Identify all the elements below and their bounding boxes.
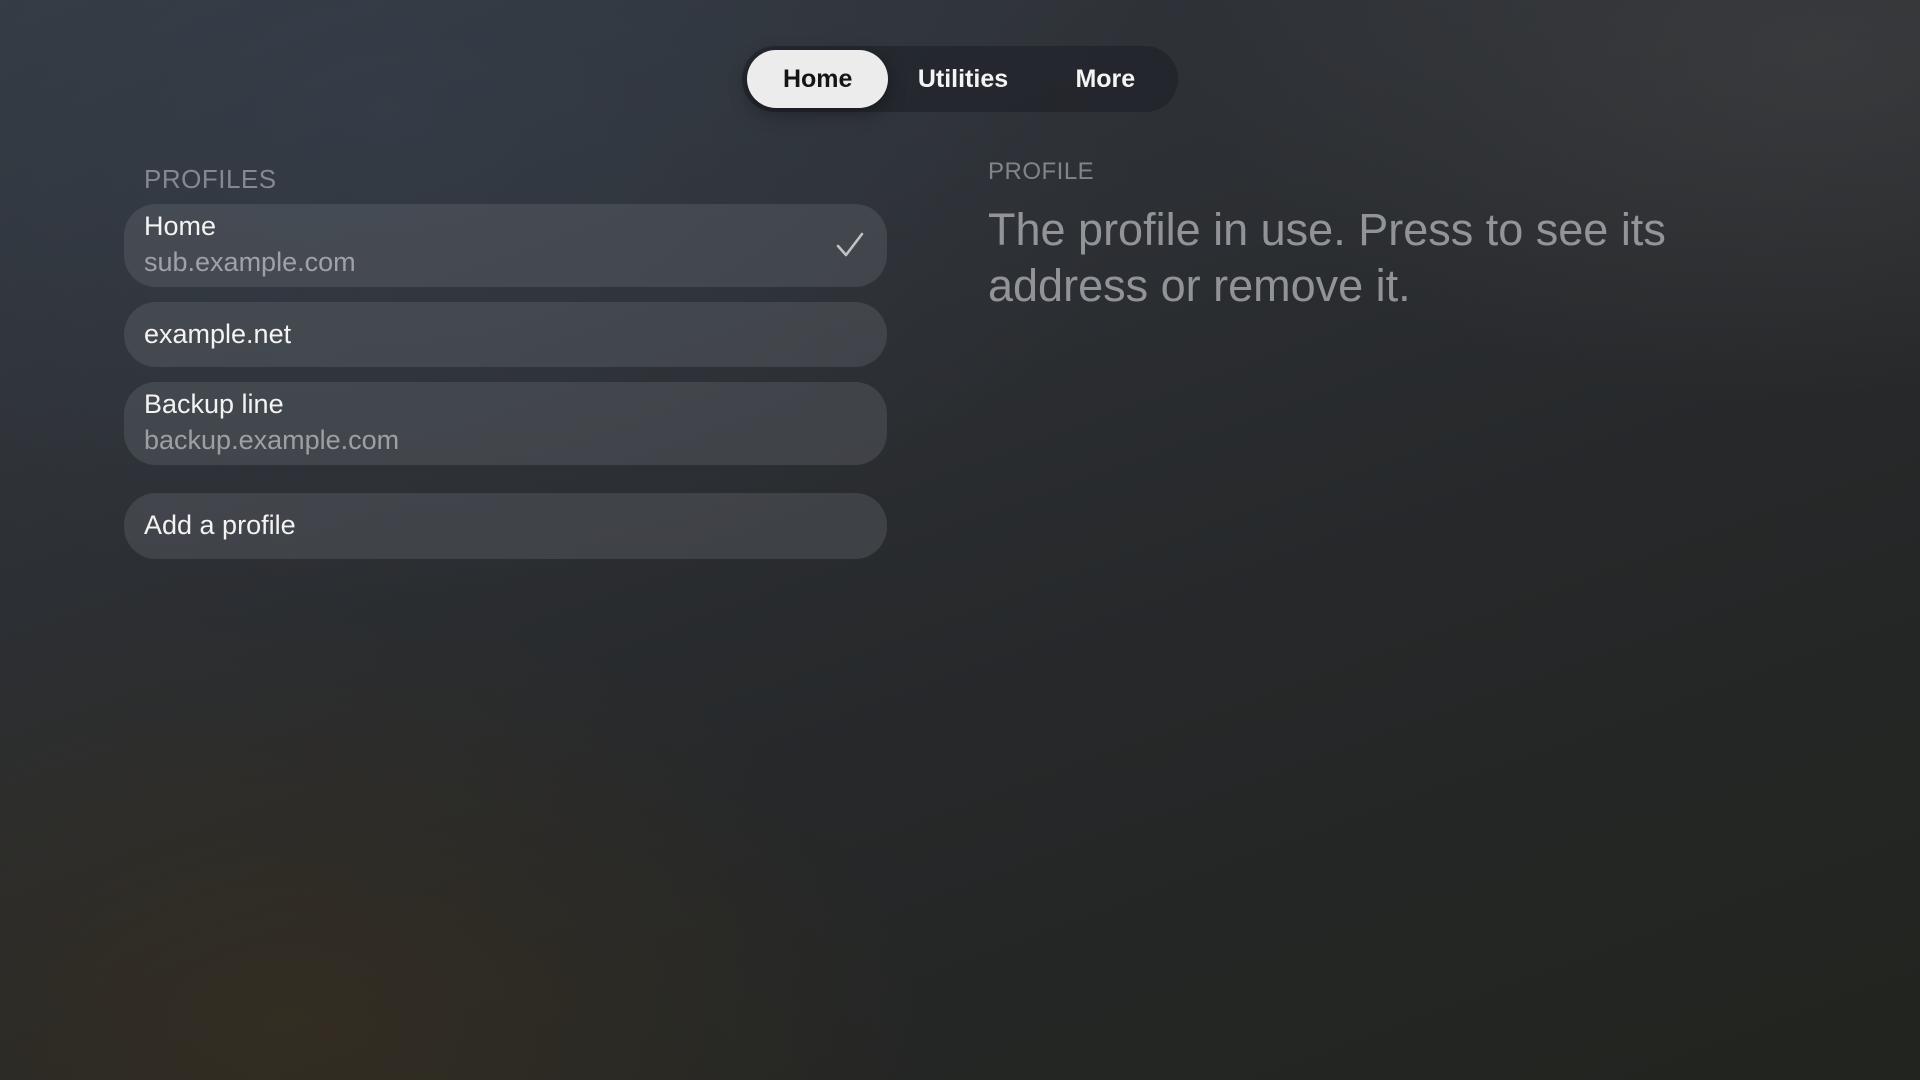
add-profile-button[interactable]: Add a profile	[124, 493, 887, 559]
profile-address: backup.example.com	[144, 425, 400, 455]
checkmark-icon	[836, 232, 864, 257]
profile-address: sub.example.com	[144, 247, 356, 277]
profile-title: Backup line	[144, 389, 284, 419]
tab-home[interactable]: Home	[747, 50, 889, 108]
profile-item-example-net[interactable]: example.net	[124, 302, 887, 367]
detail-heading: PROFILE	[988, 158, 1095, 185]
profile-item-home[interactable]: Home sub.example.com	[124, 204, 887, 287]
tab-utilities[interactable]: Utilities	[888, 50, 1037, 108]
profiles-section-heading: PROFILES	[144, 164, 277, 194]
add-profile-label: Add a profile	[144, 510, 296, 540]
profile-item-backup-line[interactable]: Backup line backup.example.com	[124, 382, 887, 465]
tab-more[interactable]: More	[1038, 50, 1173, 108]
profile-title: Home	[144, 211, 217, 241]
detail-description: The profile in use. Press to see its add…	[988, 204, 1666, 311]
top-tab-bar: Home Utilities More	[742, 46, 1178, 112]
profile-title: example.net	[144, 319, 292, 349]
